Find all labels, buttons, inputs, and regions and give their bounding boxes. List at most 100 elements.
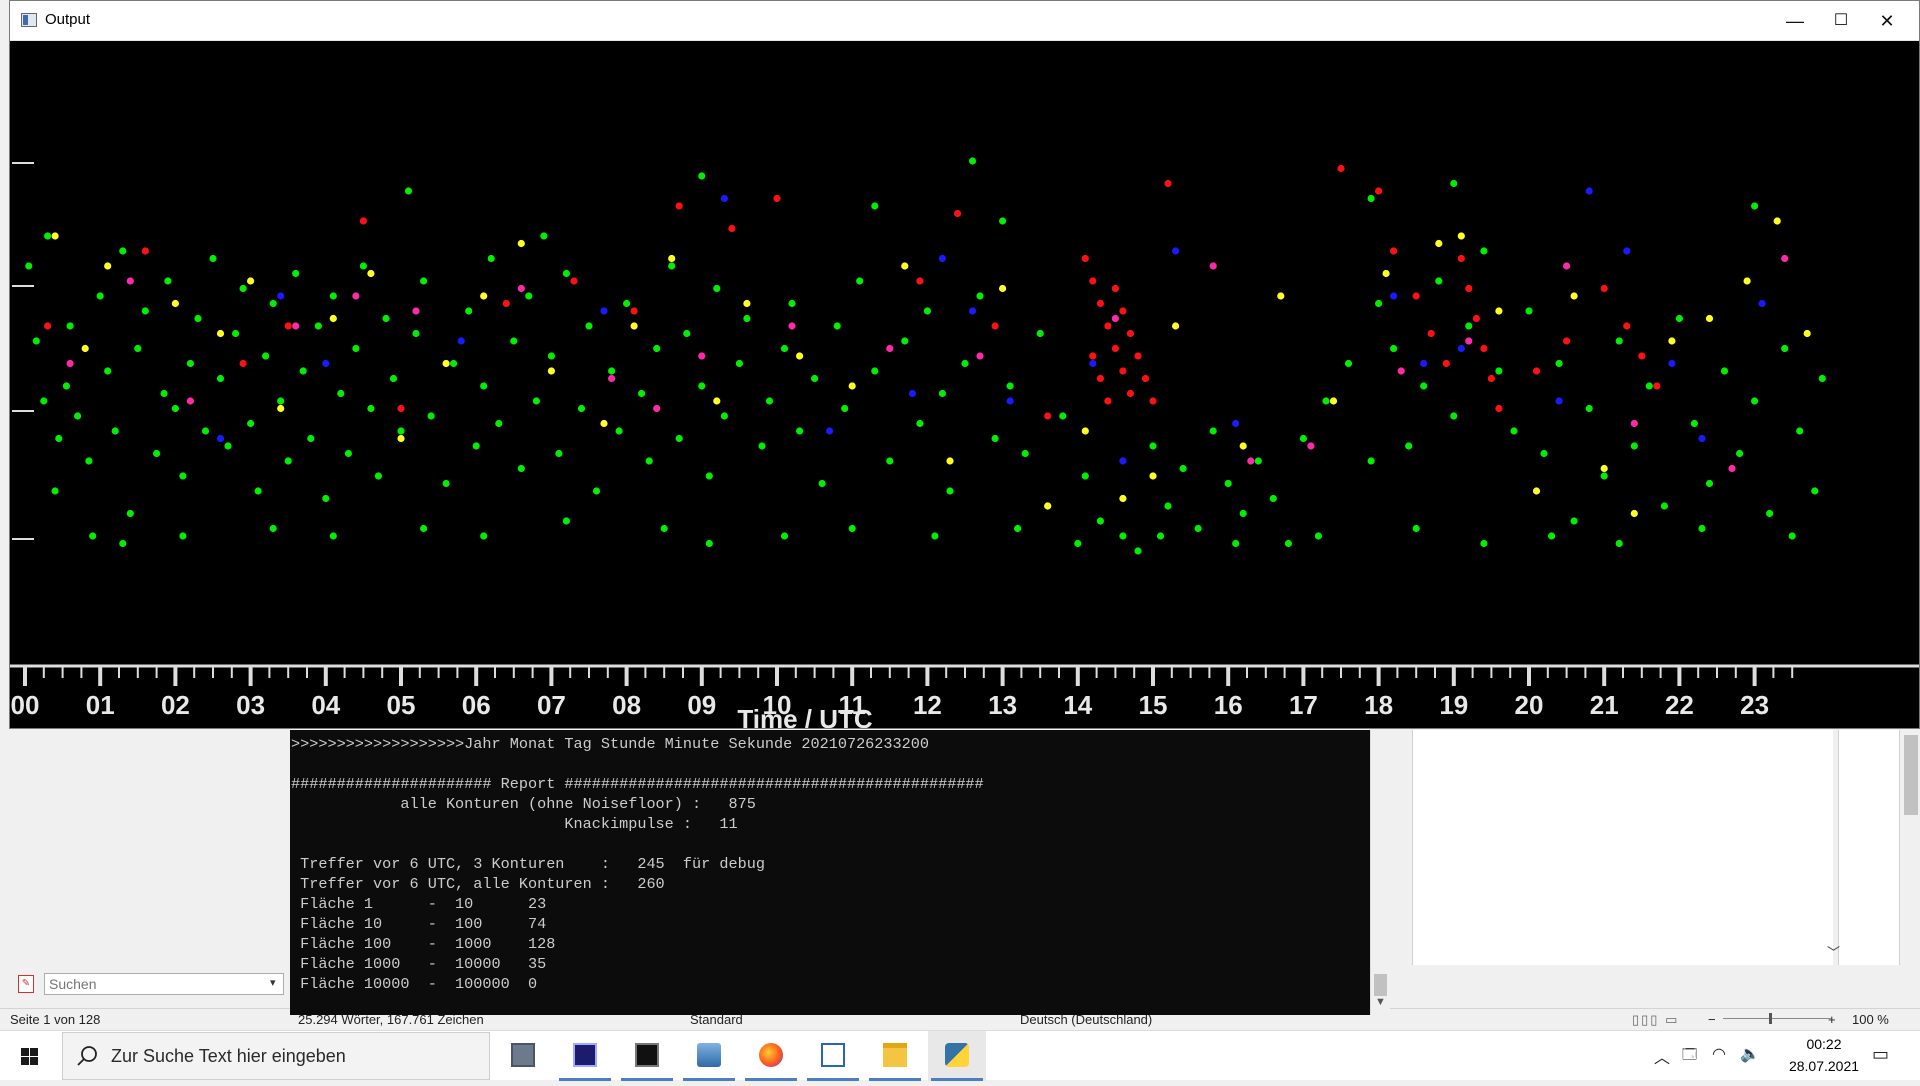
data-point: [675, 202, 683, 210]
zoom-slider[interactable]: [1723, 1018, 1831, 1019]
search-dropdown-icon[interactable]: ▾: [270, 976, 276, 989]
data-point: [525, 292, 533, 300]
data-point: [1089, 352, 1097, 360]
data-point: [1036, 329, 1044, 338]
console-scrollbar[interactable]: ▼: [1370, 730, 1390, 1015]
minimize-button[interactable]: —: [1772, 1, 1818, 41]
data-point: [247, 419, 255, 428]
wifi-icon[interactable]: ◠: [1712, 1044, 1726, 1064]
data-point: [153, 449, 161, 458]
taskbar-search-box[interactable]: Zur Suche Text hier eingeben: [62, 1032, 490, 1080]
taskbar-app-firefox[interactable]: [742, 1031, 800, 1081]
data-point: [420, 524, 428, 533]
data-point: [796, 352, 804, 360]
data-point: [1743, 277, 1751, 285]
console-scroll-down-icon[interactable]: ▼: [1375, 996, 1386, 1008]
data-point: [457, 337, 465, 345]
data-point: [991, 322, 999, 330]
search-doc-icon: ✎: [18, 975, 34, 993]
volume-icon[interactable]: 🔈: [1740, 1044, 1760, 1064]
data-point: [96, 292, 104, 300]
data-point: [1134, 547, 1142, 555]
clock-time[interactable]: 00:22: [1794, 1036, 1854, 1052]
data-point: [1314, 532, 1322, 540]
data-point: [1668, 337, 1676, 345]
data-point: [480, 382, 488, 390]
data-point: [1006, 382, 1014, 390]
tray-language-icon[interactable]: 🗔: [1682, 1044, 1697, 1068]
data-point: [1254, 457, 1262, 465]
taskbar-app-writer[interactable]: [804, 1031, 862, 1081]
taskbar-app-photos[interactable]: [680, 1031, 738, 1081]
scroll-down-arrow-icon[interactable]: ﹀: [1827, 942, 1840, 961]
data-point: [1736, 449, 1744, 458]
data-point: [1675, 314, 1683, 323]
data-point: [352, 292, 360, 300]
data-point: [495, 419, 503, 428]
data-point: [517, 464, 525, 473]
data-point: [1630, 419, 1638, 428]
search-icon: [77, 1046, 97, 1066]
zoom-slider-thumb[interactable]: [1769, 1013, 1772, 1024]
window-titlebar[interactable]: Output — ☐ ✕: [10, 1, 1919, 41]
document-scrollbar[interactable]: [1902, 730, 1920, 965]
data-point: [1119, 307, 1127, 315]
start-button[interactable]: [0, 1031, 58, 1081]
data-point: [254, 487, 262, 495]
data-point: [111, 427, 119, 435]
data-point: [472, 442, 480, 450]
windows-logo-icon: [21, 1048, 38, 1065]
tray-overflow-chevron-icon[interactable]: ︿: [1654, 1044, 1670, 1068]
data-point: [1081, 427, 1089, 435]
data-point: [1021, 449, 1029, 458]
data-point: [66, 322, 74, 330]
data-point: [698, 382, 706, 390]
notification-icon[interactable]: ▭: [1872, 1044, 1889, 1065]
data-point: [946, 487, 954, 495]
taskbar-app-terminal[interactable]: [618, 1031, 676, 1081]
data-point: [352, 344, 360, 353]
data-point: [201, 427, 210, 435]
taskbar-app-file-explorer[interactable]: [866, 1031, 924, 1081]
console-scrollbar-thumb[interactable]: [1374, 974, 1387, 996]
close-button[interactable]: ✕: [1864, 1, 1910, 41]
data-point: [1555, 397, 1563, 405]
data-point: [1645, 382, 1653, 390]
maximize-button[interactable]: ☐: [1818, 1, 1864, 41]
data-point: [85, 457, 93, 465]
data-point: [540, 232, 548, 240]
data-point: [487, 254, 495, 263]
taskbar-app-satellite[interactable]: [556, 1031, 614, 1081]
data-point: [547, 367, 556, 375]
data-point: [1172, 247, 1180, 255]
data-point: [322, 494, 330, 503]
data-point: [592, 487, 601, 495]
zoom-in-button[interactable]: +: [1828, 1012, 1836, 1027]
clock-date[interactable]: 28.07.2021: [1786, 1058, 1862, 1074]
data-point: [1074, 539, 1082, 548]
zoom-level[interactable]: 100 %: [1852, 1012, 1889, 1027]
taskbar-app-calculator[interactable]: [494, 1031, 552, 1081]
data-point: [367, 404, 375, 413]
data-point: [269, 299, 277, 308]
data-point: [946, 457, 954, 465]
data-point: [160, 389, 168, 398]
scrollbar-thumb[interactable]: [1904, 735, 1918, 815]
view-layout-icons[interactable]: ▯▯▯ ▭: [1632, 1012, 1679, 1028]
data-point: [239, 359, 247, 368]
window-title: Output: [45, 11, 91, 28]
x-tick-label: 20: [1515, 690, 1544, 720]
data-point: [442, 479, 450, 488]
taskbar: Zur Suche Text hier eingeben ︿ 🗔 ◠ 🔈 00:…: [0, 1030, 1920, 1081]
taskbar-app-python[interactable]: [928, 1031, 986, 1081]
data-point: [89, 532, 97, 540]
data-point: [1111, 344, 1119, 353]
data-point: [683, 329, 691, 338]
data-point: [329, 292, 337, 300]
data-point: [44, 232, 52, 240]
document-search-input[interactable]: [44, 973, 284, 995]
x-tick-label: 09: [687, 690, 716, 720]
data-point: [186, 359, 194, 368]
zoom-out-button[interactable]: −: [1708, 1012, 1716, 1027]
data-point: [412, 307, 420, 315]
